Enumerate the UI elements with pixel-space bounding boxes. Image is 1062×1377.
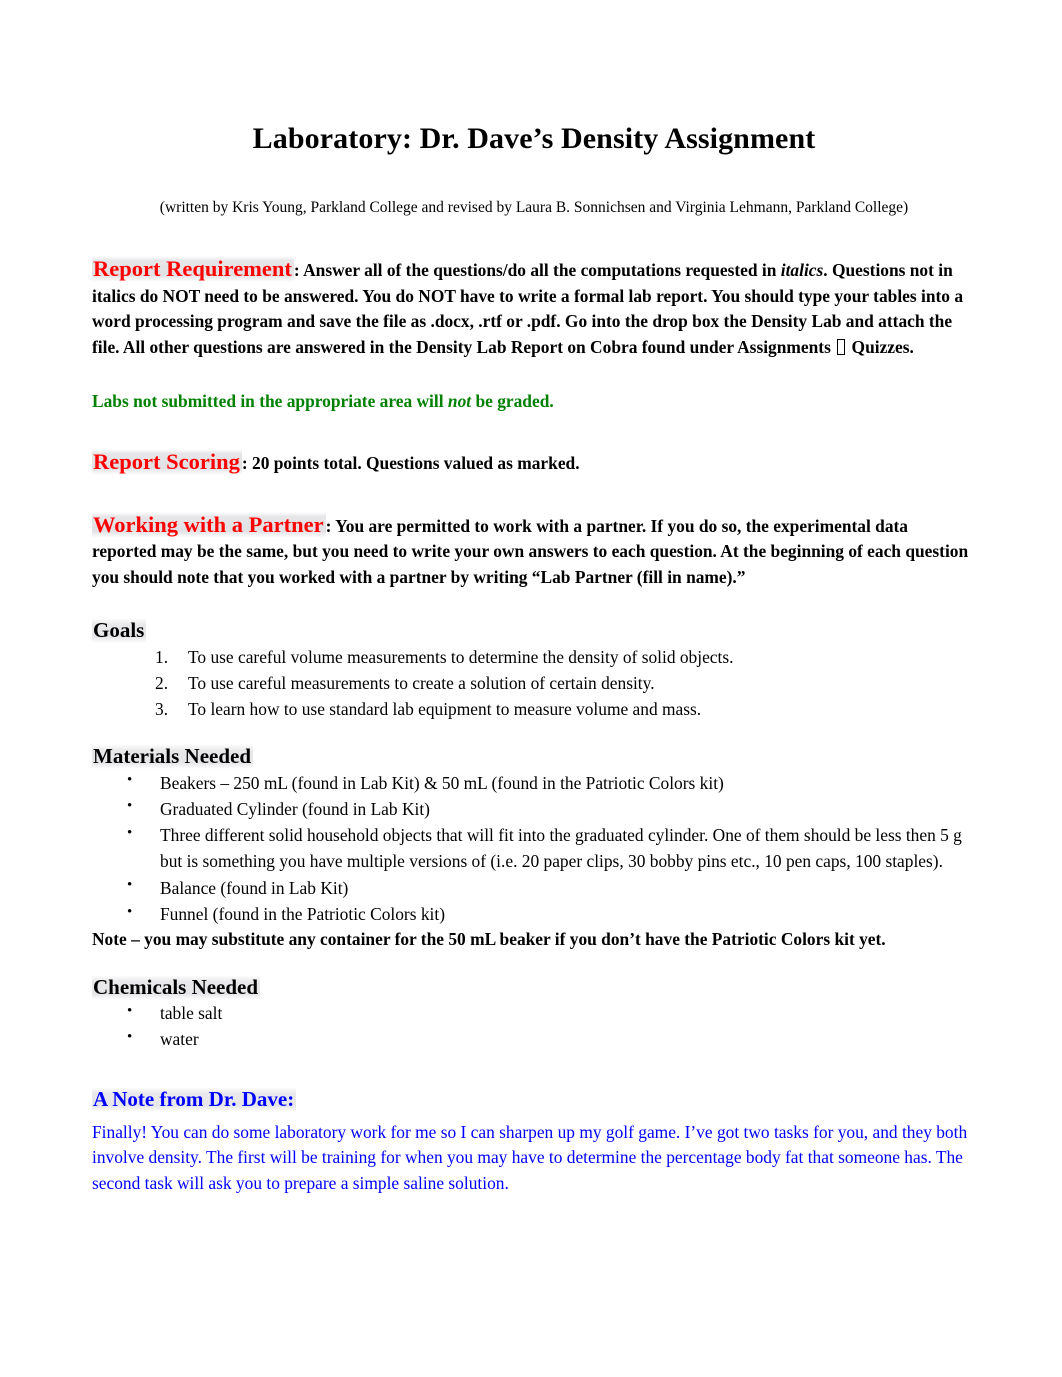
goal-text: To use careful volume measurements to de… — [188, 646, 734, 667]
page-title: Laboratory: Dr. Dave’s Density Assignmen… — [252, 122, 816, 155]
working-with-partner-paragraph: Working with a Partner: You are permitte… — [92, 511, 976, 591]
chemical-text: table salt — [160, 1003, 223, 1024]
goal-number: 2. — [155, 672, 169, 693]
report-requirement-text-3: Quizzes. — [847, 336, 914, 357]
goals-list: 1. To use careful volume measurements to … — [92, 644, 976, 723]
list-item: • table salt — [92, 1000, 976, 1026]
document-page: Laboratory: Dr. Dave’s Density Assignmen… — [0, 0, 1062, 1377]
bullet-icon: • — [127, 1028, 133, 1045]
material-text: Beakers – 250 mL (found in Lab Kit) & 50… — [160, 772, 724, 793]
bullet-icon: • — [127, 798, 133, 815]
dave-note-heading: A Note from Dr. Dave: — [92, 1086, 297, 1112]
materials-heading-row: Materials Needed — [92, 744, 976, 770]
material-text: Funnel (found in the Patriotic Colors ki… — [160, 904, 445, 925]
grading-note-text-1: Labs not submitted in the appropriate ar… — [92, 390, 448, 411]
dave-note-heading-row: A Note from Dr. Dave: — [92, 1086, 976, 1112]
chemicals-needed-heading: Chemicals Needed — [92, 974, 261, 1000]
materials-list: • Beakers – 250 mL (found in Lab Kit) & 5… — [92, 770, 976, 928]
list-item: • water — [92, 1026, 976, 1052]
grading-note-italic-word: not — [447, 390, 472, 411]
chemicals-heading-row: Chemicals Needed — [92, 974, 976, 1000]
bullet-icon: • — [127, 903, 133, 920]
dave-note-body: Finally! You can do some laboratory work… — [92, 1121, 968, 1193]
bullet-icon: • — [127, 1002, 133, 1019]
bullet-icon: • — [127, 824, 133, 841]
list-item: • Three different solid household objects… — [92, 822, 976, 875]
report-requirement-label: Report Requirement — [92, 256, 294, 283]
material-text: Balance (found in Lab Kit) — [160, 877, 349, 898]
grading-note-text-2: be graded. — [471, 390, 554, 411]
working-with-partner-label: Working with a Partner — [92, 511, 326, 538]
goal-number: 3. — [155, 699, 169, 720]
list-item: • Balance (found in Lab Kit) — [92, 875, 976, 901]
grading-note-paragraph: Labs not submitted in the appropriate ar… — [92, 389, 976, 415]
goals-heading: Goals — [92, 618, 147, 644]
chemical-text: water — [160, 1029, 199, 1050]
material-text: Graduated Cylinder (found in Lab Kit) — [160, 798, 430, 819]
list-item: 1. To use careful volume measurements to … — [92, 644, 976, 670]
missing-glyph-icon — [837, 338, 846, 355]
list-item: 2. To use careful measurements to create … — [92, 670, 976, 696]
list-item: 3. To learn how to use standard lab equip… — [92, 696, 976, 722]
document-byline: (written by Kris Young, Parkland College… — [159, 198, 909, 216]
list-item: • Funnel (found in the Patriotic Colors k… — [92, 901, 976, 927]
report-scoring-text: : 20 points total. Questions valued as m… — [241, 453, 580, 474]
list-item: • Beakers – 250 mL (found in Lab Kit) & 5… — [92, 770, 976, 796]
report-scoring-paragraph: Report Scoring: 20 points total. Questio… — [92, 448, 976, 477]
report-scoring-label: Report Scoring — [92, 449, 242, 476]
list-item: • Graduated Cylinder (found in Lab Kit) — [92, 796, 976, 822]
report-requirement-text-1: : Answer all of the questions/do all the… — [293, 260, 781, 281]
material-text: Three different solid household objects … — [160, 825, 962, 872]
materials-needed-heading: Materials Needed — [92, 744, 254, 770]
report-requirement-paragraph: Report Requirement: Answer all of the qu… — [92, 255, 976, 360]
report-requirement-italic-word: italics — [780, 260, 824, 281]
bullet-icon: • — [127, 772, 133, 789]
goal-text: To learn how to use standard lab equipme… — [188, 699, 702, 720]
goals-heading-row: Goals — [92, 618, 976, 644]
goal-number: 1. — [155, 646, 169, 667]
bullet-icon: • — [127, 877, 133, 894]
materials-substitution-note: Note – you may substitute any container … — [92, 929, 886, 950]
document-content: Laboratory: Dr. Dave’s Density Assignmen… — [92, 0, 976, 1197]
chemicals-list: • table salt • water — [92, 1000, 976, 1053]
goal-text: To use careful measurements to create a … — [188, 672, 655, 693]
